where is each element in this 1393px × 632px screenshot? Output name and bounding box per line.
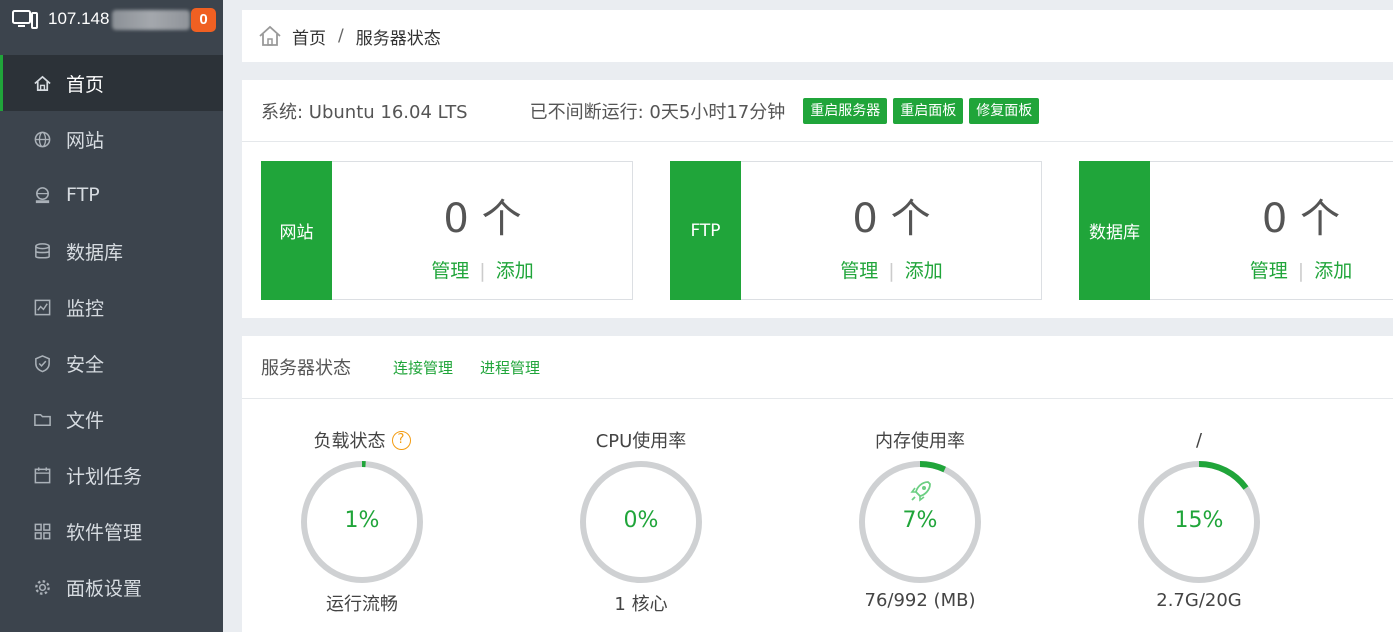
breadcrumb: 首页 / 服务器状态 [242, 10, 1393, 62]
rocket-icon[interactable] [908, 478, 934, 504]
home-icon [32, 73, 52, 93]
manage-link[interactable]: 管理 [431, 260, 469, 282]
breadcrumb-home[interactable]: 首页 [292, 24, 326, 49]
card-links: 管理 | 添加 [742, 256, 1041, 283]
restart-server-button[interactable]: 重启服务器 [803, 97, 888, 124]
sidebar-item-label: 网站 [66, 129, 105, 152]
card-count: 0 个 [443, 196, 522, 242]
sidebar-item-label: 安全 [66, 353, 105, 376]
status-header: 服务器状态 连接管理 进程管理 [242, 336, 1393, 399]
process-manage-link[interactable]: 进程管理 [480, 357, 540, 378]
card-tag: 网站 [261, 161, 332, 300]
grid-icon [32, 521, 52, 541]
gauge-value: 7% [902, 508, 938, 533]
card-links: 管理 | 添加 [1151, 256, 1393, 283]
add-link[interactable]: 添加 [496, 260, 534, 282]
sidebar-item-ftp[interactable]: FTP [0, 167, 223, 223]
add-link[interactable]: 添加 [1314, 260, 1352, 282]
database-card: 数据库 0 个 管理 | 添加 [1079, 161, 1393, 300]
uptime-info: 已不间断运行: 0天5小时17分钟 [529, 101, 786, 123]
breadcrumb-current: 服务器状态 [355, 28, 441, 49]
system-panel: 系统: Ubuntu 16.04 LTS 已不间断运行: 0天5小时17分钟 重… [242, 80, 1393, 318]
gauge-value: 1% [344, 508, 380, 533]
memory-gauge: 内存使用率 7% 76/992 (MB) [830, 428, 1010, 611]
calendar-icon [32, 465, 52, 485]
gauge-sub: 1 核心 [614, 594, 668, 615]
load-gauge: 负载状态? 1% 运行流畅 [272, 428, 452, 616]
gauge-sub: 运行流畅 [326, 594, 398, 615]
repair-panel-button[interactable]: 修复面板 [969, 97, 1040, 124]
sidebar-item-label: 数据库 [66, 241, 124, 264]
sidebar-item-settings[interactable]: 面板设置 [0, 559, 223, 615]
gauge-label: 负载状态? [272, 428, 452, 452]
website-card: 网站 0 个 管理 | 添加 [261, 161, 633, 300]
cpu-gauge: CPU使用率 0% 1 核心 [551, 428, 731, 616]
sidebar-nav: 首页 网站 FTP 数据库 监控 安全 文件 计划任务 软件管理 面板设置 [0, 55, 223, 615]
link-divider: | [1297, 260, 1305, 282]
gauge-value: 15% [1174, 508, 1224, 533]
status-title: 服务器状态 [261, 358, 351, 379]
sidebar-item-label: 文件 [66, 409, 105, 432]
sidebar-item-cron[interactable]: 计划任务 [0, 447, 223, 503]
card-tag: 数据库 [1079, 161, 1150, 300]
sidebar-item-label: 面板设置 [66, 577, 143, 600]
sidebar-item-home[interactable]: 首页 [0, 55, 223, 111]
card-count: 0 个 [1261, 196, 1341, 242]
sidebar-item-software[interactable]: 软件管理 [0, 503, 223, 559]
folder-icon [32, 409, 52, 429]
monitor-icon [12, 10, 38, 29]
database-icon [32, 241, 52, 261]
manage-link[interactable]: 管理 [1250, 260, 1288, 282]
server-header: 107.148 0 [0, 0, 223, 55]
sidebar-item-monitor[interactable]: 监控 [0, 279, 223, 335]
shield-icon [32, 353, 52, 373]
restart-panel-button[interactable]: 重启面板 [893, 97, 964, 124]
connection-manage-link[interactable]: 连接管理 [393, 357, 453, 378]
card-tag: FTP [670, 161, 741, 300]
monitor-icon [32, 297, 52, 317]
link-divider: | [479, 260, 486, 282]
redacted-ip [112, 10, 190, 30]
gauge-label: CPU使用率 [595, 431, 687, 452]
sidebar-item-label: 首页 [66, 73, 105, 96]
sidebar-item-security[interactable]: 安全 [0, 335, 223, 391]
server-status-panel: 服务器状态 连接管理 进程管理 负载状态? 1% 运行流畅 CPU使用率 0% … [242, 336, 1393, 632]
message-badge[interactable]: 0 [191, 8, 216, 32]
globe-icon [32, 129, 52, 149]
system-info-row: 系统: Ubuntu 16.04 LTS 已不间断运行: 0天5小时17分钟 重… [242, 80, 1393, 142]
main-content: 首页 / 服务器状态 系统: Ubuntu 16.04 LTS 已不间断运行: … [242, 0, 1393, 632]
sidebar-item-label: 监控 [66, 297, 105, 320]
sidebar-item-database[interactable]: 数据库 [0, 223, 223, 279]
sidebar-item-label: 软件管理 [66, 521, 143, 544]
gear-icon [32, 577, 52, 597]
ftp-card: FTP 0 个 管理 | 添加 [670, 161, 1042, 300]
sidebar-item-label: FTP [66, 184, 100, 206]
help-icon[interactable]: ? [391, 430, 411, 450]
add-link[interactable]: 添加 [905, 260, 943, 282]
gauge-label: 内存使用率 [875, 431, 965, 452]
gauge-label-text: 负载状态 [313, 431, 386, 452]
server-ip: 107.148 [48, 9, 110, 28]
gauge-sub: 76/992 (MB) [864, 590, 976, 611]
gauge-label: / [1195, 429, 1203, 451]
home-icon[interactable] [258, 25, 282, 47]
ftp-icon [32, 185, 52, 205]
gauge-sub: 2.7G/20G [1156, 590, 1242, 611]
sidebar: 107.148 0 首页 网站 FTP 数据库 监控 安全 文件 计划任务 软件… [0, 0, 223, 632]
manage-link[interactable]: 管理 [840, 260, 878, 282]
card-count: 0 个 [852, 196, 931, 242]
card-links: 管理 | 添加 [333, 256, 632, 283]
link-divider: | [888, 260, 895, 282]
sidebar-item-files[interactable]: 文件 [0, 391, 223, 447]
sidebar-item-website[interactable]: 网站 [0, 111, 223, 167]
sidebar-item-label: 计划任务 [66, 465, 143, 488]
gauge-value: 0% [623, 508, 659, 533]
disk-gauge: / 15% 2.7G/20G [1109, 428, 1289, 611]
os-info: 系统: Ubuntu 16.04 LTS [261, 101, 468, 123]
breadcrumb-separator: / [338, 26, 344, 46]
